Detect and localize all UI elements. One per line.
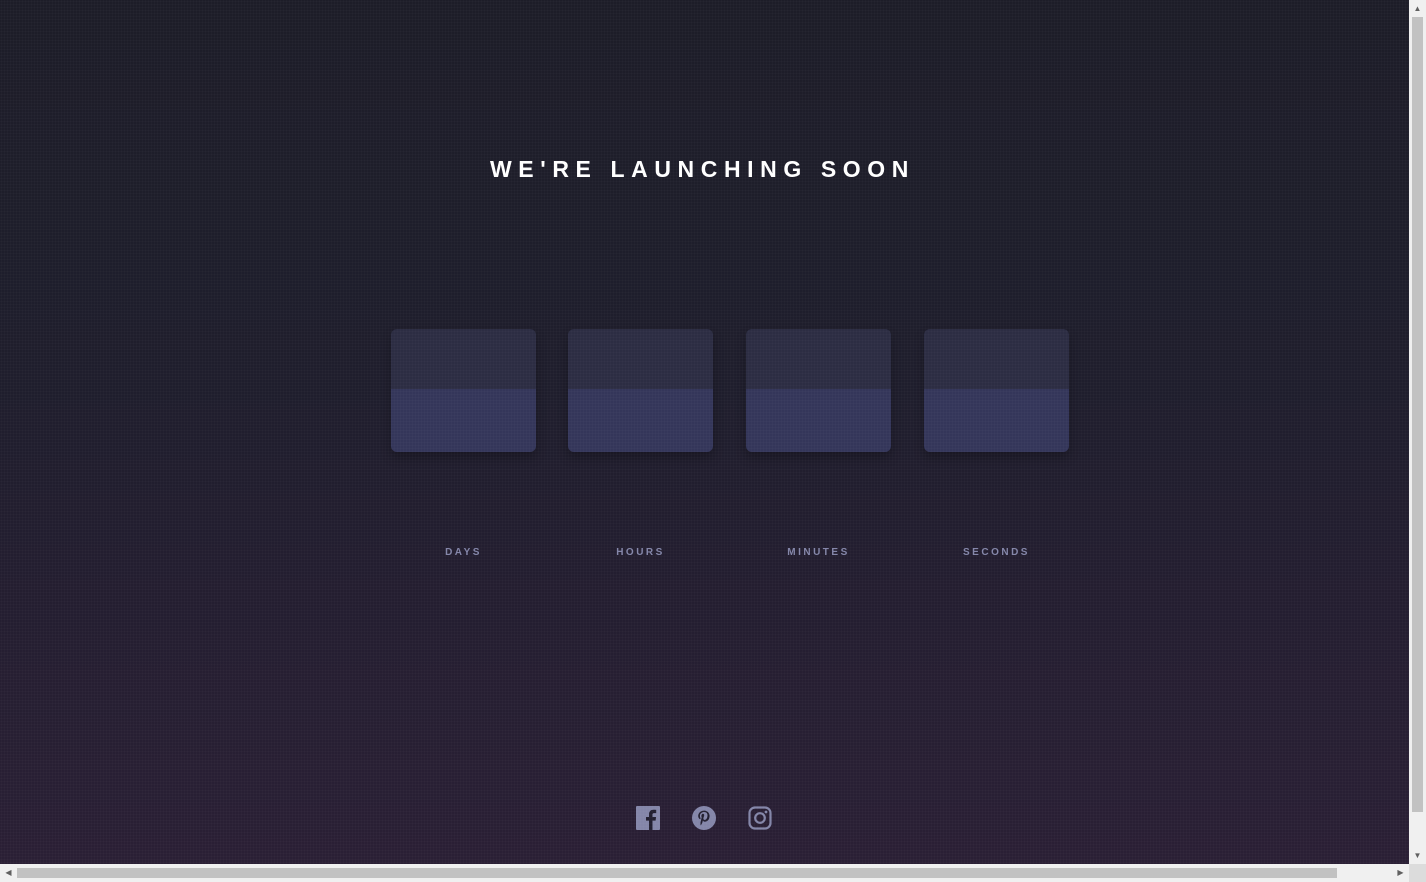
hours-card <box>568 329 713 452</box>
social-links <box>636 805 772 831</box>
days-card-bottom <box>391 389 536 452</box>
minutes-card-bottom <box>746 389 891 452</box>
horizontal-scroll-thumb[interactable] <box>17 868 1337 878</box>
minutes-card <box>746 329 891 452</box>
hours-card-bottom <box>568 389 713 452</box>
vertical-scrollbar[interactable]: ▲ ▼ <box>1409 0 1426 864</box>
scrollbar-corner <box>1409 864 1426 882</box>
scroll-up-icon[interactable]: ▲ <box>1409 0 1426 17</box>
scroll-right-icon[interactable]: ▶ <box>1392 864 1409 882</box>
seconds-card-top <box>924 329 1069 389</box>
vertical-scroll-thumb[interactable] <box>1412 17 1423 812</box>
countdown-timer: DAYS HOURS MINUTES SECONDS <box>0 0 1409 864</box>
seconds-label: SECONDS <box>963 547 1030 558</box>
seconds-card <box>924 329 1069 452</box>
seconds-card-bottom <box>924 389 1069 452</box>
days-card-top <box>391 329 536 389</box>
instagram-icon[interactable] <box>748 805 772 831</box>
days-label: DAYS <box>445 547 482 558</box>
pinterest-icon[interactable] <box>692 805 716 831</box>
minutes-label: MINUTES <box>787 547 850 558</box>
page-viewport: WE'RE LAUNCHING SOON DAYS HOURS MINUTES … <box>0 0 1409 864</box>
minutes-card-top <box>746 329 891 389</box>
hours-card-top <box>568 329 713 389</box>
scroll-left-icon[interactable]: ◀ <box>0 864 17 882</box>
hours-label: HOURS <box>616 547 665 558</box>
horizontal-scrollbar[interactable]: ◀ ▶ <box>0 864 1409 882</box>
scroll-down-icon[interactable]: ▼ <box>1409 847 1426 864</box>
facebook-icon[interactable] <box>636 805 660 831</box>
days-card <box>391 329 536 452</box>
